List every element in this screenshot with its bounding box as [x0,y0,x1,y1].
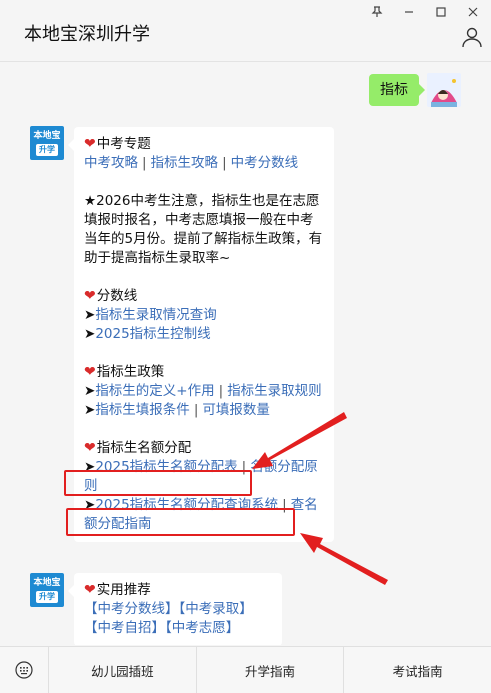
link-row: 【中考自招】【中考志愿】 [84,619,272,638]
link-row: ➤指标生录取情况查询 [84,306,324,325]
heart-icon: ❤ [84,440,96,456]
separator: | [193,402,199,418]
arrow-icon: ➤ [84,383,96,399]
link-fill-count[interactable]: 可填报数量 [202,402,270,418]
link-row: 【中考分数线】【中考录取】 [84,600,272,619]
section-title-recommend: 实用推荐 [96,582,151,598]
section-title-allocation: 指标生名额分配 [96,440,192,456]
section-heading: ❤指标生名额分配 [84,439,324,458]
window-controls [367,3,483,21]
user-message-bubble[interactable]: 指标 [369,74,425,106]
section-title-zhongkao: 中考专题 [96,136,151,152]
bot-avatar-badge: 升学 [36,144,58,156]
link-zhongkao-guide[interactable]: 中考攻略 [84,155,138,171]
bottom-menu: 幼儿园插班 升学指南 考试指南 [0,646,491,693]
heart-icon: ❤ [84,288,96,304]
section-heading: ❤分数线 [84,287,324,306]
bot-avatar-text: 本地宝 [33,578,61,588]
link-row: ➤指标生填报条件 | 可填报数量 [84,401,324,420]
bot-avatar-badge: 升学 [36,591,58,603]
link-volunteer[interactable]: 【中考志愿】 [165,620,239,636]
highlight-box-query-system [66,508,295,536]
chat-area[interactable]: 指标 本地宝 升学 ❤中考专题 中考攻略 | 指标生攻略 | 中考分数线 ★2026中考… [0,63,491,645]
link-admission-query[interactable]: 指标生录取情况查询 [95,307,217,323]
bot-avatar[interactable]: 本地宝 升学 [30,573,64,607]
arrow-icon: ➤ [84,307,96,323]
link-admission-rules[interactable]: 指标生录取规则 [227,383,322,399]
link-score-line[interactable]: 中考分数线 [231,155,299,171]
arrow-icon: ➤ [84,326,96,342]
link-row: ➤2025指标生控制线 [84,325,324,344]
notice-text: ★2026中考生注意，指标生也是在志愿填报时报名，中考志愿填报一般在中考当年的5… [84,193,323,266]
link-conditions[interactable]: 指标生填报条件 [95,402,190,418]
chat-header: 本地宝深圳升学 [0,0,491,62]
profile-icon[interactable] [461,26,483,48]
menu-item-admission-guide[interactable]: 升学指南 [195,647,344,693]
bot-avatar[interactable]: 本地宝 升学 [30,126,64,160]
pin-icon[interactable] [367,3,387,21]
section-title-policy: 指标生政策 [96,364,165,380]
section-title-score: 分数线 [96,288,138,304]
section-heading: ❤指标生政策 [84,363,324,382]
section-heading: ❤中考专题 [84,135,324,154]
link-quota-guide[interactable]: 指标生攻略 [151,155,219,171]
link-definition[interactable]: 指标生的定义+作用 [95,383,214,399]
link-row: 中考攻略 | 指标生攻略 | 中考分数线 [84,154,324,173]
section-heading: ❤实用推荐 [84,581,272,600]
heart-icon: ❤ [84,582,96,598]
menu-item-kindergarten[interactable]: 幼儿园插班 [48,647,196,693]
maximize-icon[interactable] [431,3,451,21]
chat-title: 本地宝深圳升学 [24,24,150,45]
link-control-line[interactable]: 2025指标生控制线 [95,326,210,342]
link-admission[interactable]: 【中考录取】 [179,601,253,617]
highlight-box-allocation-table [64,470,252,496]
minimize-icon[interactable] [399,3,419,21]
separator: | [142,155,147,171]
close-icon[interactable] [463,3,483,21]
separator: | [222,155,227,171]
link-row: ➤指标生的定义+作用 | 指标生录取规则 [84,382,324,401]
menu-item-exam-guide[interactable]: 考试指南 [343,647,491,693]
heart-icon: ❤ [84,136,96,152]
user-avatar[interactable] [427,73,461,107]
arrow-icon: ➤ [84,402,96,418]
separator: | [218,383,224,399]
keyboard-icon[interactable] [0,647,48,693]
bot-message-bubble-2: ❤实用推荐 【中考分数线】【中考录取】 【中考自招】【中考志愿】 [68,573,282,645]
link-score-line-2[interactable]: 【中考分数线】 [84,601,179,617]
heart-icon: ❤ [84,364,96,380]
link-self-enroll[interactable]: 【中考自招】 [84,620,165,636]
bot-avatar-text: 本地宝 [33,131,61,141]
